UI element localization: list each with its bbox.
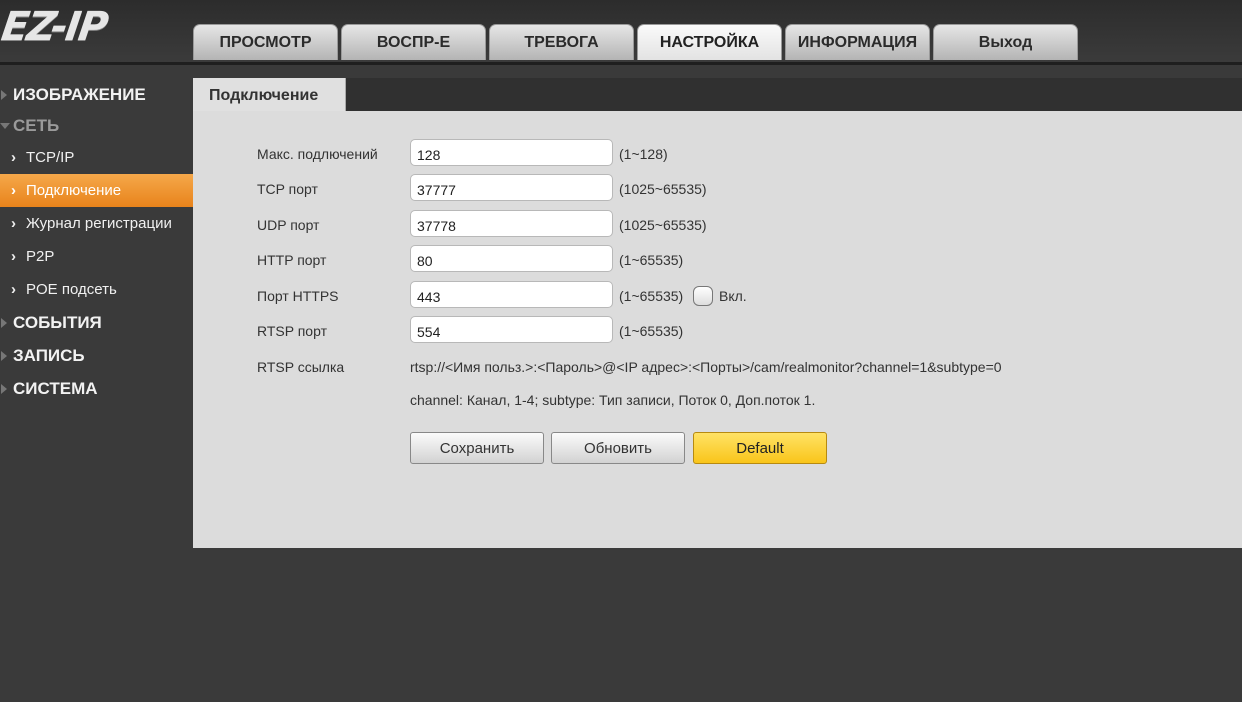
sidebar-section-record[interactable]: ЗАПИСЬ — [0, 339, 193, 372]
triangle-right-icon — [1, 351, 7, 361]
chevron-right-icon: › — [11, 248, 16, 265]
sidebar-item-connection[interactable]: › Подключение — [0, 174, 193, 207]
main-tabs: ПРОСМОТР ВОСПР-Е ТРЕВОГА НАСТРОЙКА ИНФОР… — [193, 24, 1078, 62]
triangle-right-icon — [1, 90, 7, 100]
sidebar-section-label: СОБЫТИЯ — [13, 313, 102, 332]
range-hint: (1025~65535) — [619, 181, 707, 197]
field-label: RTSP порт — [257, 323, 327, 339]
tab-info[interactable]: ИНФОРМАЦИЯ — [785, 24, 930, 60]
sidebar-section-system[interactable]: СИСТЕМА — [0, 372, 193, 405]
ez-ip-logo: EZ-IP — [0, 4, 110, 50]
default-button[interactable]: Default — [693, 432, 827, 464]
http-port-input[interactable]: 80 — [410, 245, 613, 272]
field-label: UDP порт — [257, 217, 320, 233]
max-connections-input[interactable]: 128 — [410, 139, 613, 166]
https-enable-label: Вкл. — [719, 288, 747, 304]
sidebar-section-image[interactable]: ИЗОБРАЖЕНИЕ — [0, 78, 193, 111]
tab-playback[interactable]: ВОСПР-Е — [341, 24, 486, 60]
chevron-right-icon: › — [11, 281, 16, 298]
tab-connection[interactable]: Подключение — [193, 78, 346, 111]
https-port-input[interactable]: 443 — [410, 281, 613, 308]
triangle-right-icon — [1, 384, 7, 394]
triangle-down-icon — [0, 123, 10, 129]
https-enable-checkbox[interactable] — [693, 286, 713, 306]
tcp-port-input[interactable]: 37777 — [410, 174, 613, 201]
sidebar-section-label: ИЗОБРАЖЕНИЕ — [13, 85, 146, 104]
header: EZ-IP ПРОСМОТР ВОСПР-Е ТРЕВОГА НАСТРОЙКА… — [0, 0, 1242, 62]
rtsp-link-value: rtsp://<Имя польз.>:<Пароль>@<IP адрес>:… — [410, 359, 1002, 375]
sidebar-item-p2p[interactable]: › P2P — [0, 240, 193, 273]
refresh-button[interactable]: Обновить — [551, 432, 685, 464]
chevron-right-icon: › — [11, 149, 16, 166]
sidebar-item-label: Подключение — [26, 182, 122, 199]
sidebar-section-label: СЕТЬ — [13, 116, 60, 135]
sidebar: ИЗОБРАЖЕНИЕ СЕТЬ › TCP/IP › Подключение … — [0, 78, 193, 405]
tab-alarm[interactable]: ТРЕВОГА — [489, 24, 634, 60]
range-hint: (1~65535) — [619, 252, 684, 268]
sidebar-section-label: СИСТЕМА — [13, 379, 98, 398]
sidebar-section-events[interactable]: СОБЫТИЯ — [0, 306, 193, 339]
tab-setup[interactable]: НАСТРОЙКА — [637, 24, 782, 60]
header-divider — [0, 62, 1242, 65]
field-label: HTTP порт — [257, 252, 327, 268]
udp-port-input[interactable]: 37778 — [410, 210, 613, 237]
range-hint: (1~65535) — [619, 323, 684, 339]
chevron-right-icon: › — [11, 182, 16, 199]
sidebar-item-poe-subnet[interactable]: › POE подсеть — [0, 273, 193, 306]
range-hint: (1~65535) — [619, 288, 684, 304]
sidebar-item-label: TCP/IP — [26, 149, 75, 166]
sidebar-item-registration-log[interactable]: › Журнал регистрации — [0, 207, 193, 240]
connection-panel: Макс. подлючений 128 (1~128) TCP порт 37… — [193, 111, 1242, 548]
sidebar-section-network[interactable]: СЕТЬ — [0, 111, 193, 141]
range-hint: (1025~65535) — [619, 217, 707, 233]
tab-preview[interactable]: ПРОСМОТР — [193, 24, 338, 60]
field-label: TCP порт — [257, 181, 318, 197]
sidebar-item-tcpip[interactable]: › TCP/IP — [0, 141, 193, 174]
rtsp-port-input[interactable]: 554 — [410, 316, 613, 343]
sidebar-item-label: P2P — [26, 248, 55, 265]
save-button[interactable]: Сохранить — [410, 432, 544, 464]
triangle-right-icon — [1, 318, 7, 328]
sidebar-item-label: POE подсеть — [26, 281, 117, 298]
field-label: Макс. подлючений — [257, 146, 378, 162]
chevron-right-icon: › — [11, 215, 16, 232]
tab-logout[interactable]: Выход — [933, 24, 1078, 60]
rtsp-note: channel: Канал, 1-4; subtype: Тип записи… — [410, 392, 816, 408]
field-label: Порт HTTPS — [257, 288, 339, 304]
sidebar-section-label: ЗАПИСЬ — [13, 346, 85, 365]
rtsp-link-label: RTSP ссылка — [257, 359, 345, 375]
content-tabbar: Подключение — [193, 78, 1242, 111]
range-hint: (1~128) — [619, 146, 668, 162]
sidebar-item-label: Журнал регистрации — [26, 215, 172, 232]
